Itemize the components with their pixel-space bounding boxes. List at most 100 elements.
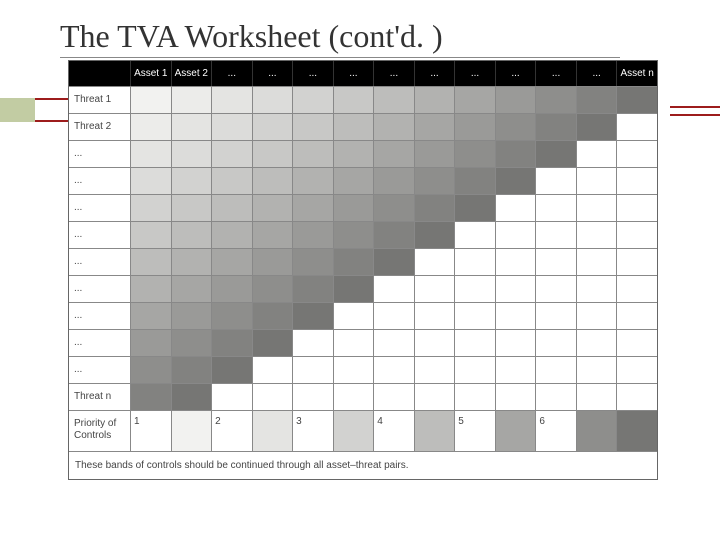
matrix-cell: [293, 195, 334, 221]
matrix-cell: [212, 249, 253, 275]
matrix-cell: [374, 168, 415, 194]
matrix-cell: [577, 249, 618, 275]
matrix-cell: [172, 357, 213, 383]
matrix-cell: [415, 276, 456, 302]
matrix-cell: [577, 276, 618, 302]
matrix-cell: [577, 222, 618, 248]
matrix-cell: [496, 195, 537, 221]
matrix-cell: [455, 249, 496, 275]
matrix-cell: [131, 330, 172, 356]
matrix-cell: [172, 195, 213, 221]
matrix-cell: [455, 195, 496, 221]
header-blank: [69, 61, 131, 86]
matrix-cell: [496, 87, 537, 113]
matrix-cell: [496, 249, 537, 275]
header-col: ...: [212, 61, 253, 86]
threat-row: ...: [69, 329, 657, 356]
matrix-cell: [455, 384, 496, 410]
matrix-cell: [172, 168, 213, 194]
matrix-cell: [253, 303, 294, 329]
header-col: ...: [253, 61, 294, 86]
matrix-cell: [536, 357, 577, 383]
matrix-cell: [212, 114, 253, 140]
matrix-cell: [374, 303, 415, 329]
matrix-cell: [617, 276, 657, 302]
matrix-cell: [212, 357, 253, 383]
threat-row: ...: [69, 356, 657, 383]
matrix-cell: [536, 114, 577, 140]
priority-cell: 5: [455, 411, 496, 451]
matrix-cell: [172, 222, 213, 248]
matrix-cell: [577, 357, 618, 383]
header-col: Asset 1: [131, 61, 172, 86]
matrix-cell: [617, 357, 657, 383]
threat-row: Threat n: [69, 383, 657, 410]
matrix-cell: [212, 87, 253, 113]
matrix-cell: [131, 141, 172, 167]
matrix-cell: [374, 330, 415, 356]
matrix-cell: [293, 249, 334, 275]
matrix-cell: [455, 276, 496, 302]
matrix-cell: [455, 114, 496, 140]
row-label: ...: [69, 195, 131, 221]
row-label: ...: [69, 357, 131, 383]
matrix-cell: [415, 303, 456, 329]
matrix-cell: [172, 249, 213, 275]
matrix-cell: [293, 384, 334, 410]
matrix-cell: [253, 195, 294, 221]
priority-cell: [496, 411, 537, 451]
matrix-cell: [172, 303, 213, 329]
row-label: ...: [69, 303, 131, 329]
accent-line-right: [670, 106, 720, 116]
matrix-cell: [496, 384, 537, 410]
matrix-cell: [293, 114, 334, 140]
row-label: ...: [69, 276, 131, 302]
matrix-cell: [374, 87, 415, 113]
matrix-cell: [577, 114, 618, 140]
matrix-cell: [212, 330, 253, 356]
matrix-cell: [253, 222, 294, 248]
row-label: ...: [69, 222, 131, 248]
matrix-cell: [577, 141, 618, 167]
matrix-cell: [536, 195, 577, 221]
matrix-cell: [293, 168, 334, 194]
priority-cell: [415, 411, 456, 451]
matrix-cell: [374, 195, 415, 221]
matrix-cell: [577, 195, 618, 221]
matrix-cell: [172, 141, 213, 167]
matrix-cell: [172, 87, 213, 113]
header-col: ...: [374, 61, 415, 86]
accent-line-left: [35, 98, 69, 122]
matrix-cell: [334, 357, 375, 383]
priority-cell: 1: [131, 411, 172, 451]
tva-worksheet: Asset 1Asset 2..........................…: [68, 60, 658, 480]
matrix-cell: [536, 222, 577, 248]
matrix-cell: [293, 87, 334, 113]
matrix-cell: [253, 330, 294, 356]
matrix-cell: [536, 249, 577, 275]
matrix-cell: [334, 330, 375, 356]
matrix-cell: [577, 384, 618, 410]
row-label: ...: [69, 141, 131, 167]
matrix-cell: [253, 249, 294, 275]
matrix-cell: [293, 276, 334, 302]
row-label: ...: [69, 168, 131, 194]
matrix-cell: [496, 276, 537, 302]
matrix-cell: [496, 303, 537, 329]
threat-row: Threat 2: [69, 113, 657, 140]
matrix-cell: [455, 87, 496, 113]
matrix-cell: [536, 168, 577, 194]
matrix-cell: [293, 141, 334, 167]
matrix-cell: [536, 87, 577, 113]
header-col: ...: [293, 61, 334, 86]
matrix-cell: [334, 222, 375, 248]
threat-row: ...: [69, 248, 657, 275]
matrix-cell: [334, 141, 375, 167]
matrix-cell: [253, 384, 294, 410]
priority-label: Priority of Controls: [69, 411, 131, 451]
matrix-cell: [455, 141, 496, 167]
matrix-cell: [617, 87, 657, 113]
matrix-cell: [374, 222, 415, 248]
priority-cell: [334, 411, 375, 451]
matrix-cell: [496, 141, 537, 167]
